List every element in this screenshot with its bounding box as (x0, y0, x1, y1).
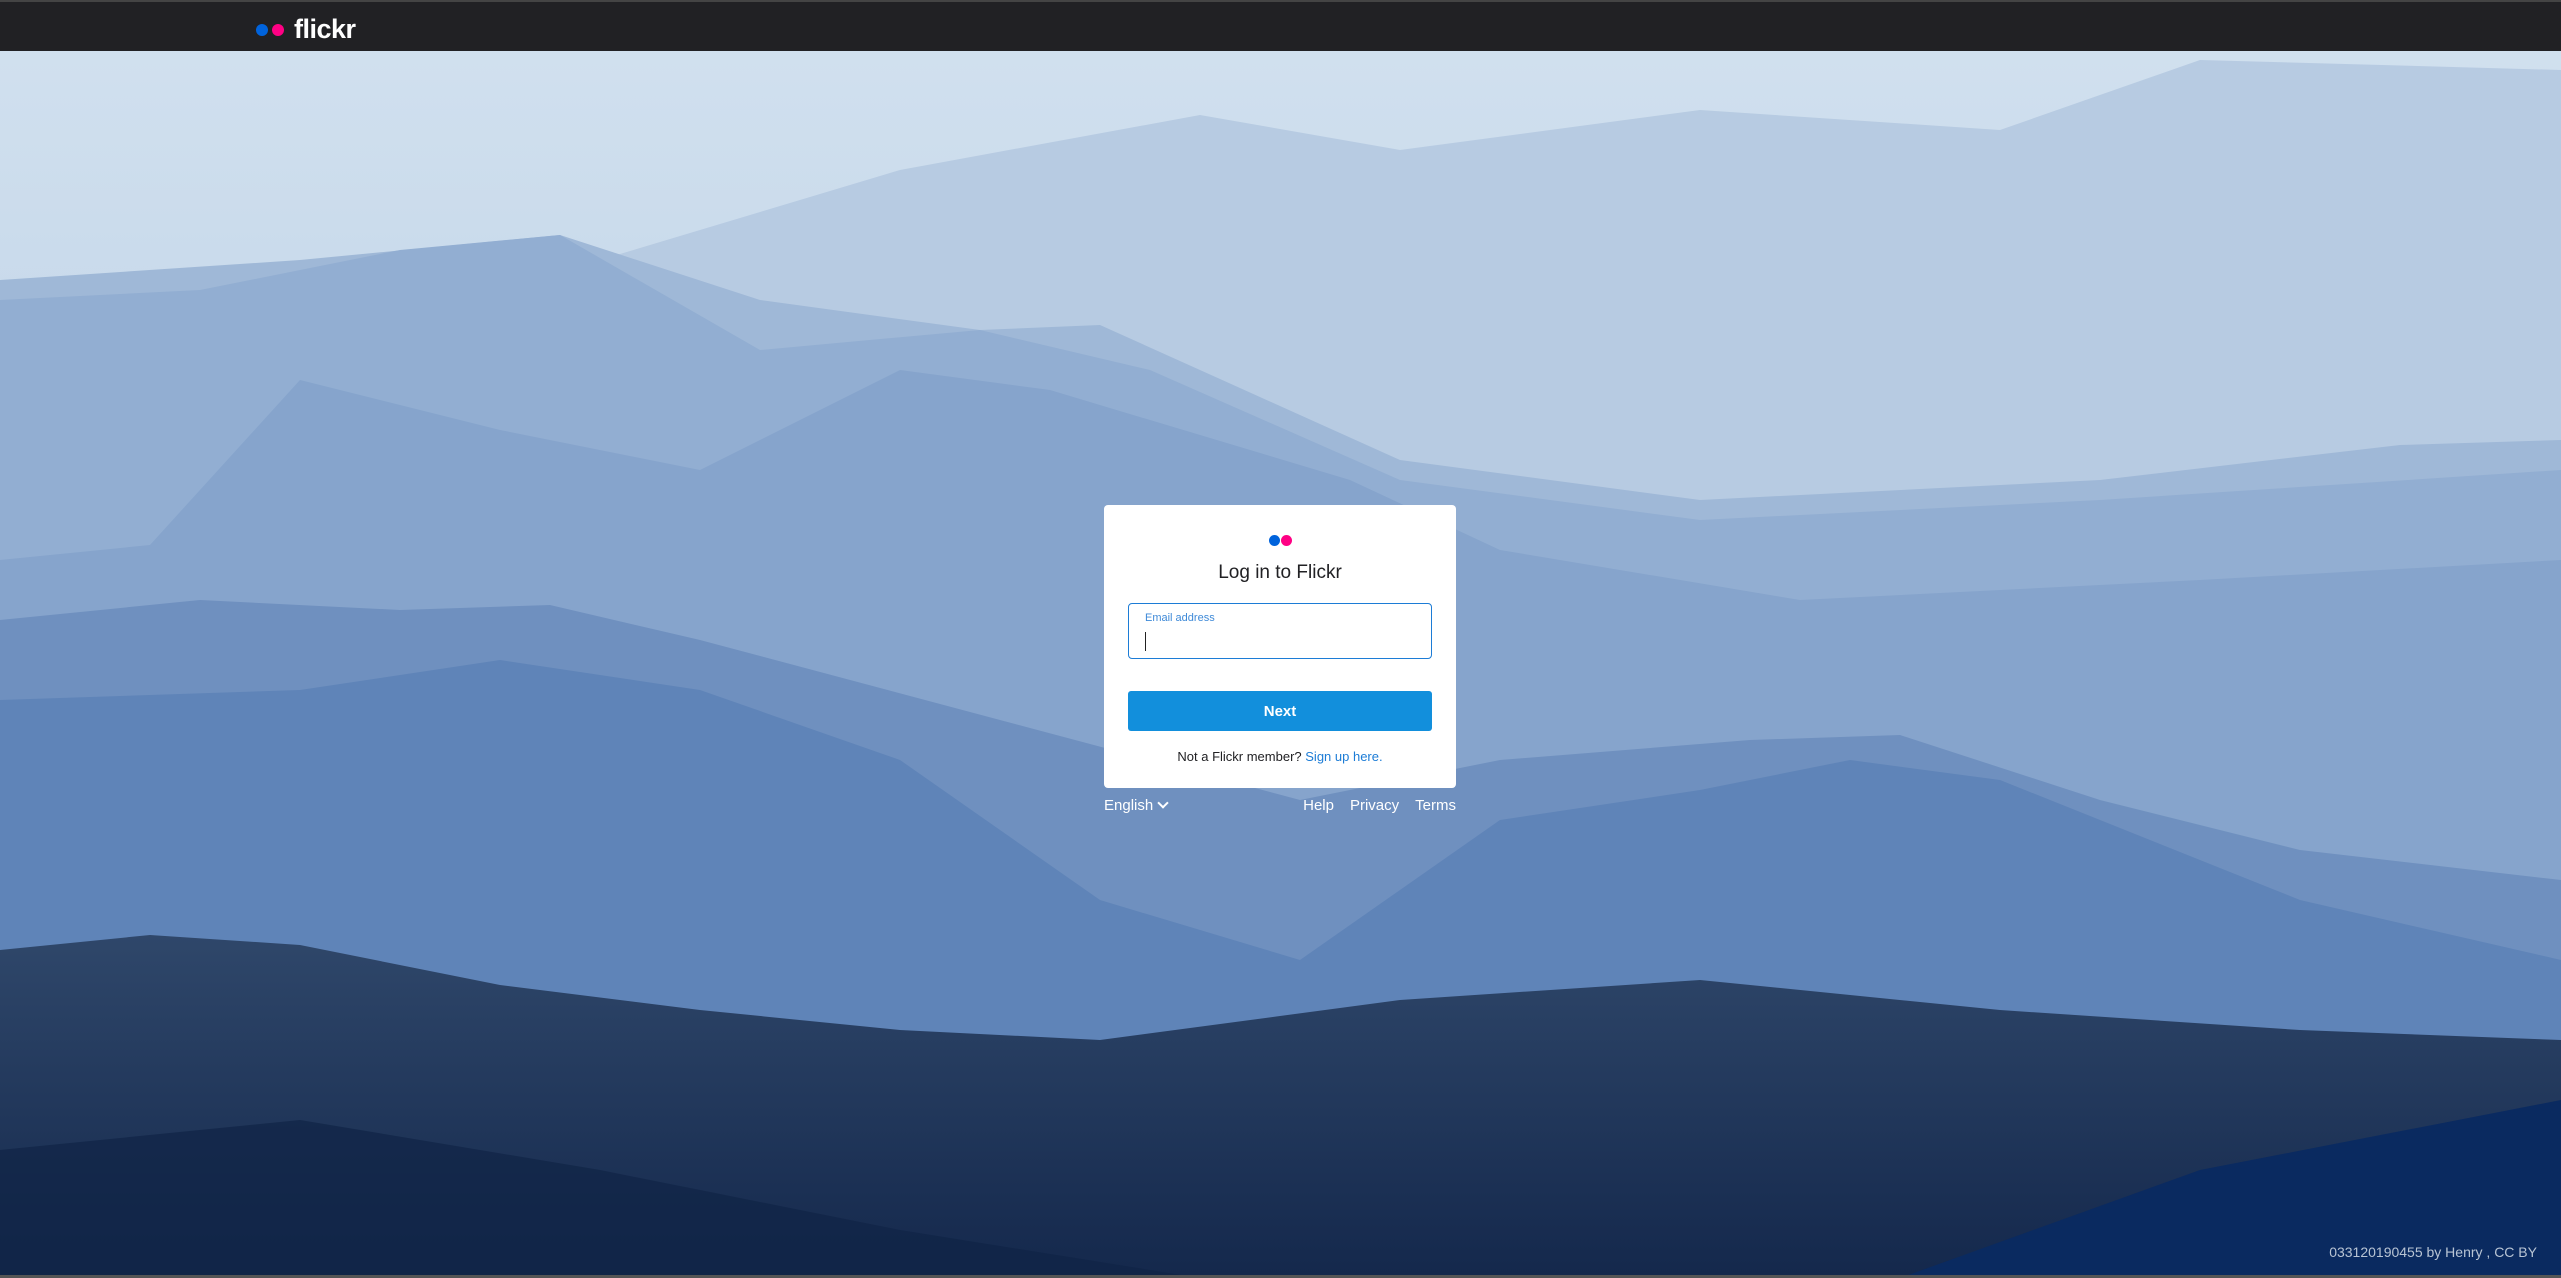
logo-pink-dot-icon (272, 23, 284, 36)
top-nav-bar: flickr (0, 0, 2561, 51)
email-label: Email address (1145, 612, 1215, 624)
flickr-dots-icon (1104, 535, 1456, 546)
logo-blue-dot-icon (256, 23, 268, 36)
privacy-link[interactable]: Privacy (1350, 797, 1399, 814)
text-caret (1145, 632, 1146, 651)
help-link[interactable]: Help (1303, 797, 1334, 814)
email-input[interactable] (1145, 628, 1415, 652)
email-field[interactable]: Email address (1128, 603, 1432, 659)
next-button[interactable]: Next (1128, 691, 1432, 731)
terms-link[interactable]: Terms (1415, 797, 1456, 814)
flickr-logo[interactable]: flickr (256, 14, 356, 45)
signup-prompt: Not a Flickr member? Sign up here. (1177, 749, 1383, 764)
photo-credit[interactable]: 033120190455 by Henry , CC BY (2329, 1244, 2537, 1260)
signup-link[interactable]: Sign up here. (1305, 749, 1382, 764)
logo-text: flickr (294, 14, 356, 44)
language-selector[interactable]: English (1104, 797, 1169, 814)
login-card: Log in to Flickr Email address Next Not … (1104, 505, 1456, 788)
chevron-down-icon (1157, 797, 1169, 809)
login-title: Log in to Flickr (1218, 562, 1342, 583)
login-footer: English Help Privacy Terms (1104, 797, 1456, 814)
